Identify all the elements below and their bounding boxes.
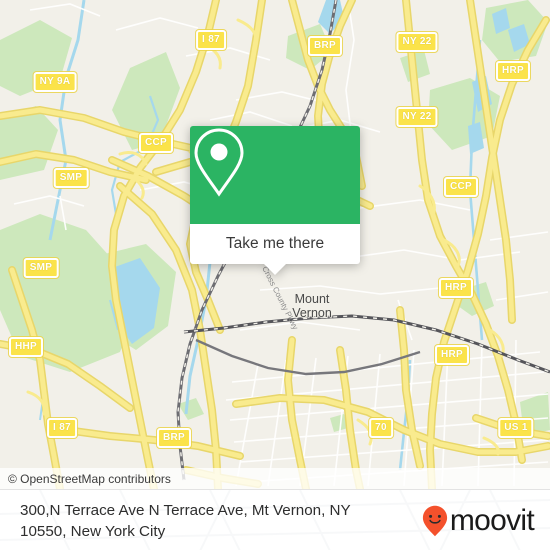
- road-shield: I 87: [47, 418, 77, 438]
- road-shield: CCP: [138, 133, 174, 153]
- location-popup[interactable]: Take me there: [190, 126, 360, 275]
- moovit-logo[interactable]: moovit: [422, 505, 550, 537]
- moovit-pin-icon: [422, 505, 447, 536]
- place-label-line-2: Vernon: [292, 306, 332, 320]
- map-canvas[interactable]: Cross County Pkwy I 87 BRP NY 22 NY 9A HRP NY…: [0, 0, 550, 489]
- road-shield: HRP: [495, 61, 531, 81]
- road-shield: NY 22: [396, 32, 438, 52]
- road-shield: BRP: [307, 36, 343, 56]
- moovit-wordmark: moovit: [449, 503, 535, 537]
- place-label-line-1: Mount: [294, 292, 330, 306]
- road-shield: SMP: [53, 168, 89, 188]
- road-shield: NY 22: [396, 107, 438, 127]
- road-shield: BRP: [156, 428, 192, 448]
- road-shield: NY 9A: [33, 72, 77, 92]
- attribution-text: © OpenStreetMap contributors: [8, 471, 171, 486]
- address-line-1: 300,N Terrace Ave N Terrace Ave, Mt Vern…: [20, 501, 351, 519]
- popup-action-bar[interactable]: Take me there: [190, 224, 360, 275]
- address-line-2: 10550, New York City: [20, 522, 166, 540]
- road-shield: HRP: [438, 278, 474, 298]
- road-shield: I 87: [196, 30, 226, 50]
- popup-tail: [264, 264, 286, 275]
- address-block: 300,N Terrace Ave N Terrace Ave, Mt Vern…: [0, 500, 351, 542]
- road-shield: 70: [369, 418, 393, 438]
- road-shield: HRP: [434, 345, 470, 365]
- take-me-there-label: Take me there: [225, 235, 325, 252]
- road-shield: HHP: [8, 337, 44, 357]
- attribution-bar: © OpenStreetMap contributors: [0, 468, 550, 489]
- road-shield: CCP: [443, 177, 479, 197]
- popup-icon-panel: [190, 126, 360, 224]
- map-screenshot: Cross County Pkwy I 87 BRP NY 22 NY 9A HRP NY…: [0, 0, 550, 550]
- road-shield: US 1: [498, 418, 534, 438]
- footer-bar: 300,N Terrace Ave N Terrace Ave, Mt Vern…: [0, 489, 550, 550]
- road-shield: SMP: [23, 258, 59, 278]
- map-pin-icon: [194, 128, 244, 197]
- place-label-mount-vernon: Mount Vernon: [292, 292, 332, 320]
